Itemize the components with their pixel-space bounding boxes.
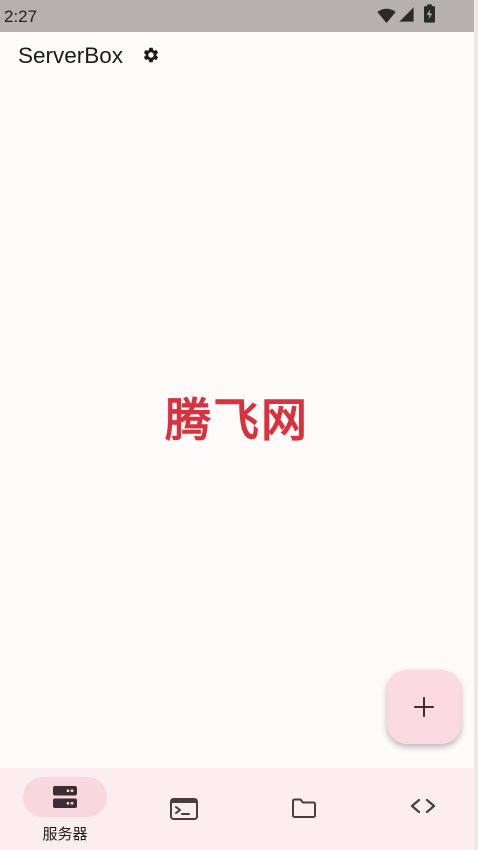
signal-icon bbox=[399, 7, 414, 22]
folder-icon bbox=[292, 798, 316, 818]
server-icon bbox=[53, 786, 77, 808]
nav-active-indicator bbox=[23, 777, 107, 817]
app-title: ServerBox bbox=[18, 43, 124, 68]
nav-item-files[interactable] bbox=[249, 768, 359, 850]
watermark-logo: 腾飞网 bbox=[165, 393, 309, 447]
battery-icon bbox=[424, 4, 435, 23]
nav-item-snippets[interactable] bbox=[368, 768, 474, 850]
code-icon bbox=[410, 799, 436, 813]
add-server-button[interactable] bbox=[387, 670, 461, 744]
app-screen: 2:27 ServerBox 腾飞网 服务器 bbox=[0, 0, 474, 850]
plus-icon bbox=[414, 697, 434, 717]
nav-item-servers[interactable]: 服务器 bbox=[10, 768, 120, 850]
status-bar: 2:27 bbox=[0, 0, 474, 32]
settings-button[interactable] bbox=[140, 44, 162, 66]
gear-icon bbox=[143, 47, 159, 63]
terminal-icon bbox=[170, 798, 198, 820]
status-time: 2:27 bbox=[4, 7, 38, 26]
nav-item-terminal[interactable] bbox=[129, 768, 239, 850]
nav-item-label: 服务器 bbox=[42, 826, 88, 843]
wifi-icon bbox=[377, 8, 396, 24]
bottom-navigation: 服务器 bbox=[0, 768, 474, 850]
